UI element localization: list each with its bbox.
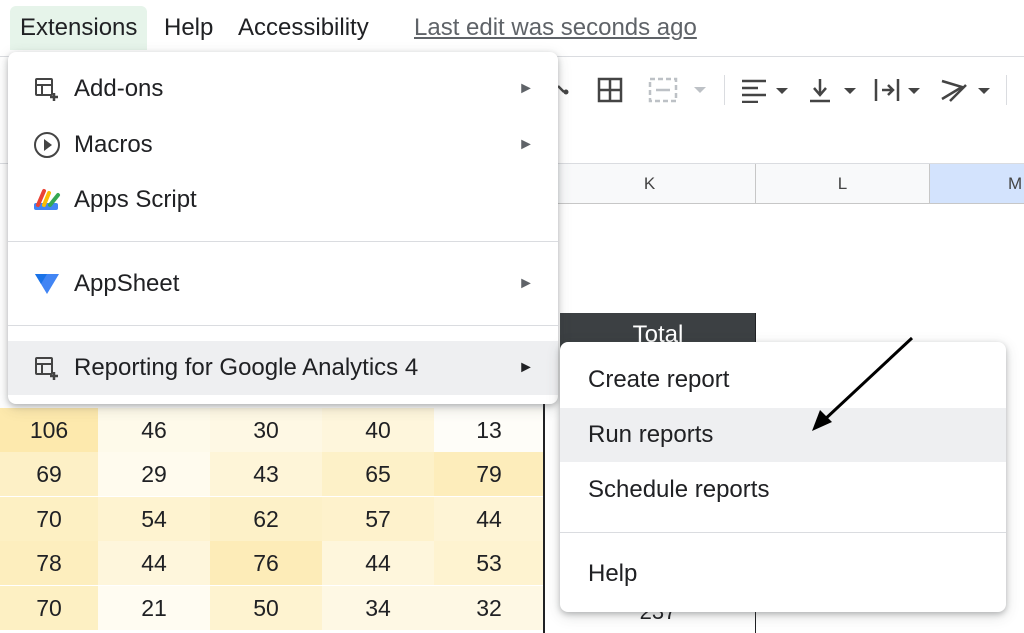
menu-divider [8,241,558,242]
submenu-arrow-icon: ► [518,275,534,292]
submenu-item-create-report[interactable]: Create report [560,353,1006,407]
grid-cell[interactable]: 46 [98,408,210,452]
menu-extensions[interactable]: Extensions [10,6,148,50]
submenu-arrow-icon: ► [518,80,534,97]
grid-cell[interactable]: 70 [0,586,98,630]
grid-cell[interactable]: 13 [434,408,544,452]
submenu-arrow-icon: ► [518,359,534,376]
grid-cell[interactable]: 32 [434,586,544,630]
grid-cell[interactable]: 44 [434,497,544,541]
apps-script-icon [32,185,62,215]
grid-cell[interactable]: 57 [322,497,434,541]
menu-accessibility[interactable]: Accessibility [228,6,379,50]
vertical-align-icon[interactable] [808,73,858,107]
menu-item-macros[interactable]: Macros ► [8,118,558,172]
reporting-submenu: Create report Run reports Schedule repor… [560,342,1006,612]
menu-item-label: Help [588,560,638,587]
paint-format-icon[interactable] [556,73,572,107]
menu-divider [560,532,1006,533]
grid-cell[interactable]: 79 [434,452,544,496]
submenu-arrow-icon: ► [518,136,534,153]
borders-icon[interactable] [597,73,623,107]
grid-cell[interactable]: 53 [434,541,544,585]
menu-item-appsheet[interactable]: AppSheet ► [8,257,558,311]
text-rotation-icon[interactable] [940,73,992,107]
menu-item-label: AppSheet [74,270,180,297]
grid-cell[interactable]: 30 [210,408,322,452]
horizontal-align-icon[interactable] [740,73,790,107]
submenu-item-schedule-reports[interactable]: Schedule reports [560,463,1006,517]
play-circle-icon [32,130,62,160]
menu-item-label: Create report [588,366,730,393]
column-header-l[interactable]: L [756,164,930,204]
column-header-m[interactable]: M [930,164,1024,204]
grid-cell[interactable]: 34 [322,586,434,630]
menu-item-label: Add-ons [74,75,164,102]
menu-divider [8,325,558,326]
grid-cell[interactable]: 43 [210,452,322,496]
toolbar-divider [1006,75,1007,105]
menubar: Extensions Help Accessibility Last edit … [0,0,1024,56]
menu-item-apps-script[interactable]: Apps Script [8,173,558,227]
text-wrapping-icon[interactable] [874,73,924,107]
grid-cell[interactable]: 54 [98,497,210,541]
grid-cell[interactable]: 29 [98,452,210,496]
grid-cell[interactable]: 69 [0,452,98,496]
annotation-arrow-icon [812,336,914,431]
grid-cell[interactable]: 70 [0,497,98,541]
menu-item-label: Macros [74,131,153,158]
merge-cells-icon[interactable] [648,73,708,107]
grid-cell[interactable]: 76 [210,541,322,585]
column-header-k[interactable]: K [544,164,756,204]
menu-item-label: Schedule reports [588,476,770,503]
grid-cell[interactable]: 65 [322,452,434,496]
menu-item-reporting-ga4[interactable]: Reporting for Google Analytics 4 ► [8,341,558,395]
addons-icon [32,353,62,383]
extensions-menu: Add-ons ► Macros ► Apps Script AppSheet … [8,52,558,404]
grid-cell[interactable]: 62 [210,497,322,541]
grid-cell[interactable]: 50 [210,586,322,630]
grid-cell[interactable]: 44 [322,541,434,585]
grid-cell[interactable]: 40 [322,408,434,452]
grid-cell[interactable]: 78 [0,541,98,585]
addons-icon [32,74,62,104]
menu-item-addons[interactable]: Add-ons ► [8,62,558,116]
toolbar-divider [724,75,725,105]
menu-item-label: Reporting for Google Analytics 4 [74,354,419,381]
menu-item-label: Run reports [588,421,714,448]
grid-cell[interactable]: 106 [0,408,98,452]
last-edit-link[interactable]: Last edit was seconds ago [414,6,697,50]
grid-cell[interactable]: 21 [98,586,210,630]
table-border [543,400,545,633]
appsheet-icon [32,269,62,299]
submenu-item-help[interactable]: Help [560,547,1006,601]
submenu-item-run-reports[interactable]: Run reports [560,408,1006,462]
menu-help[interactable]: Help [154,6,223,50]
menu-item-label: Apps Script [74,186,197,213]
grid-cell[interactable]: 44 [98,541,210,585]
